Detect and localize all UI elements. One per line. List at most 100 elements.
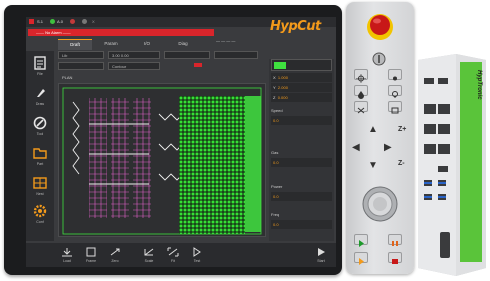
sidebar: File Draw Tool Part Nest Conf <box>26 51 54 241</box>
section-freq[interactable]: 0.0 <box>271 220 332 229</box>
sidebar-label-tool: Tool <box>36 132 44 136</box>
play-icon <box>359 258 364 265</box>
parts-grid <box>179 96 245 234</box>
scale-icon <box>144 248 154 256</box>
start-icon <box>318 248 325 256</box>
part-column-3 <box>133 98 151 218</box>
z-up-key[interactable]: Z+ <box>398 126 406 133</box>
tab-io[interactable]: I/O <box>130 39 164 49</box>
coord-z: Z 0.000 <box>271 93 332 102</box>
stop-icon <box>392 259 398 264</box>
target-button[interactable] <box>354 69 368 83</box>
field-alert-icon <box>194 63 202 67</box>
tool-icon[interactable] <box>32 115 48 131</box>
sidebar-label-nest: Nest <box>36 192 44 196</box>
plot-label: PLAN <box>62 75 73 80</box>
test-button[interactable]: Test <box>186 245 208 265</box>
field-lib[interactable]: Lib <box>58 51 104 59</box>
stop-button[interactable] <box>388 252 402 264</box>
preview-thumb <box>274 62 286 69</box>
frame-key-button[interactable] <box>388 101 402 114</box>
coord-y: Y 2.000 <box>271 83 332 92</box>
alarm-status: — — — — <box>216 29 266 43</box>
resume-button[interactable] <box>354 252 368 265</box>
handwheel-knob[interactable] <box>360 184 400 224</box>
jog-right-icon[interactable]: ▶ <box>384 142 392 153</box>
jog-up-icon[interactable]: ▲ <box>368 124 378 135</box>
emergency-stop-button[interactable] <box>362 6 398 42</box>
jog-left-icon[interactable]: ◀ <box>352 142 360 153</box>
section-gas-title: Gas <box>271 150 279 155</box>
light-button[interactable] <box>388 85 402 98</box>
cycle-start-button[interactable] <box>354 234 368 247</box>
square-icon <box>391 107 399 114</box>
section-speed[interactable]: 0.0 <box>271 116 332 125</box>
zero-button[interactable]: Zero <box>104 245 126 265</box>
pause-button[interactable] <box>388 234 402 246</box>
play-icon <box>359 240 364 247</box>
pause-icon <box>392 241 398 246</box>
sidebar-label-conf: Conf <box>36 220 44 224</box>
follow-button[interactable] <box>354 101 368 114</box>
z-down-key[interactable]: Z- <box>398 160 405 167</box>
jog-down-icon[interactable]: ▼ <box>368 160 378 171</box>
field-4[interactable] <box>214 51 258 59</box>
section-speed-title: Speed <box>271 108 283 113</box>
tab-draft[interactable]: Draft <box>58 39 92 50</box>
alarm-right-text: — — — — <box>216 38 236 43</box>
part-column-1 <box>89 98 107 218</box>
field-contour[interactable]: Contour <box>108 62 160 70</box>
bottom-toolbar: Load Frame Zero Scale Fit Test Start <box>26 243 336 267</box>
nest-icon[interactable] <box>32 175 48 191</box>
gas-button[interactable] <box>354 85 368 99</box>
sidebar-label-part: Part <box>36 162 44 166</box>
load-icon <box>62 248 72 257</box>
part-icon[interactable] <box>32 145 48 161</box>
zero-icon <box>110 248 120 256</box>
load-button[interactable]: Load <box>56 245 78 265</box>
draw-icon[interactable] <box>32 85 48 101</box>
status-warn-icon <box>70 19 75 24</box>
status-item-2: A.0 <box>57 19 64 24</box>
section-power[interactable]: 0.0 <box>271 192 332 201</box>
section-power-title: Power <box>271 184 283 189</box>
fit-icon <box>167 247 179 257</box>
laser-button[interactable] <box>388 69 402 81</box>
frame-button[interactable]: Frame <box>80 245 102 265</box>
gear-icon[interactable] <box>32 203 48 219</box>
industrial-pc: HypTronic <box>416 54 488 276</box>
hypcut-logo: HypCut <box>270 19 321 34</box>
tab-param[interactable]: Param <box>94 39 128 49</box>
key-switch-icon[interactable] <box>372 52 386 66</box>
cutting-canvas[interactable] <box>58 83 266 237</box>
tab-diag[interactable]: Diag <box>166 39 200 49</box>
monitor-frame: S.1 A.0 X —— No Alarm —— — — — — HypCut … <box>4 5 342 275</box>
start-button[interactable]: Start <box>310 245 332 265</box>
coord-x: X 1.000 <box>271 73 332 82</box>
status-ok-icon <box>50 19 55 24</box>
field-3[interactable] <box>164 51 210 59</box>
field-offset[interactable]: 3.00 0.00 <box>108 51 160 59</box>
nesting-plot <box>62 87 262 235</box>
alarm-bar: —— No Alarm —— <box>28 29 214 36</box>
section-gas[interactable]: 0.0 <box>271 158 332 167</box>
status-item-1: S.1 <box>37 19 44 24</box>
parts-edge <box>245 96 261 232</box>
file-icon[interactable] <box>32 55 48 71</box>
status-item-4: X <box>92 19 95 24</box>
alarm-text: —— No Alarm —— <box>36 30 71 35</box>
field-5[interactable] <box>58 62 104 70</box>
control-pendant: ▲ ◀ ▶ ▼ Z+ Z- <box>346 2 414 274</box>
part-column-2 <box>111 98 129 218</box>
target-icon <box>356 74 366 83</box>
sidebar-label-file: File <box>37 72 43 76</box>
laser-icon <box>393 76 397 81</box>
drop-icon <box>358 91 364 99</box>
follow-icon <box>357 107 365 114</box>
section-freq-title: Freq <box>271 212 280 217</box>
fit-button[interactable]: Fit <box>162 245 184 265</box>
status-idle-icon <box>82 19 87 24</box>
scale-button[interactable]: Scale <box>138 245 160 265</box>
power-indicator-icon <box>29 19 34 24</box>
ipc-brand-label: HypTronic <box>476 70 482 100</box>
